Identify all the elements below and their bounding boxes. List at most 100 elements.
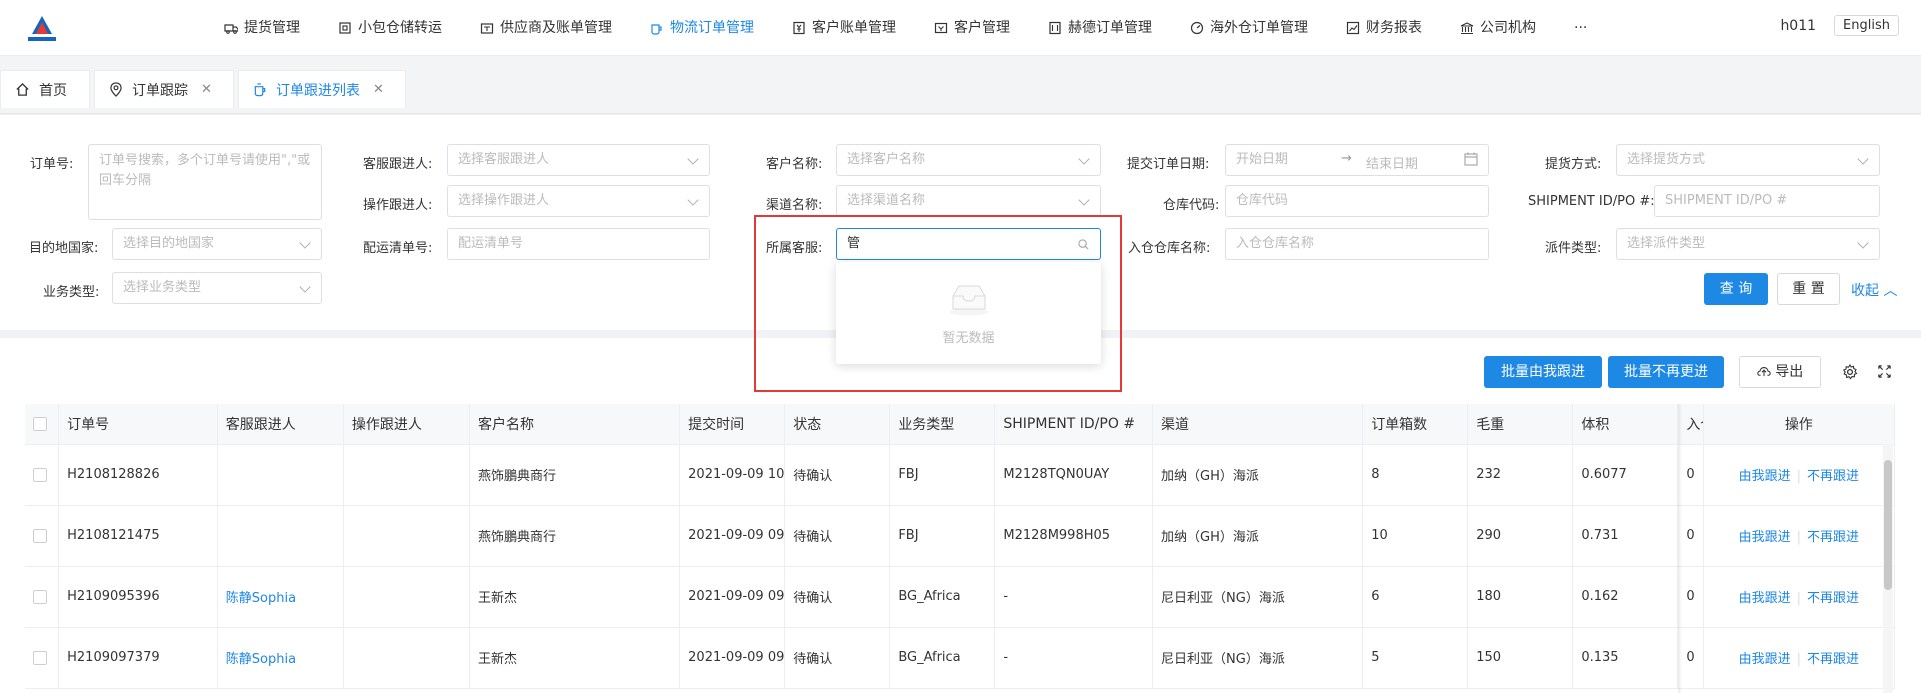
column-header[interactable]: 客户名称 [469,404,681,445]
nav-item-5[interactable]: 客户管理 [915,0,1029,56]
shipment-id-input[interactable]: SHIPMENT ID/PO # [1654,185,1880,217]
divider: | [1796,469,1802,484]
cell-boxes: 8 [1362,444,1469,506]
nav-item-8[interactable]: 财务报表 [1327,0,1441,56]
column-header[interactable]: 客服跟进人 [217,404,344,445]
follow-mine-link[interactable]: 由我跟进 [1739,652,1791,667]
start-date-input[interactable]: 开始日期 [1236,152,1288,167]
nav-item-1[interactable]: 小包仓储转运 [319,0,461,56]
row-select-cell [25,627,60,689]
cell-channel: 加纳（GH）海派 [1152,505,1364,567]
nav-item-7[interactable]: 海外仓订单管理 [1171,0,1327,56]
dispatch-no-input[interactable]: 配运清单号 [447,228,710,260]
scrollbar-thumb[interactable] [1884,460,1892,590]
tab-home[interactable]: 首页 [0,70,90,108]
submit-date-range[interactable]: 开始日期 [1225,144,1489,176]
cell-shipment: M2128TQN0UAY [994,444,1154,506]
tab-order-follow-list[interactable]: 订单跟进列表 ✕ [238,70,406,108]
op-follower-select[interactable]: 选择操作跟进人 [447,185,710,217]
reset-button[interactable]: 重 置 [1777,273,1840,305]
cell-cs [217,444,344,506]
cell-boxes: 10 [1362,505,1469,567]
follow-mine-link[interactable]: 由我跟进 [1739,469,1791,484]
column-header[interactable]: 提交时间 [679,404,786,445]
row-select-cell [25,444,60,506]
submit-date-label: 提交订单日期: [1127,157,1210,172]
follow-mine-link[interactable]: 由我跟进 [1739,591,1791,606]
batch-follow-mine-button[interactable]: 批量由我跟进 [1484,356,1602,388]
stop-follow-link[interactable]: 不再跟进 [1807,652,1859,667]
op-follower-label: 操作跟进人: [363,198,433,213]
fullscreen-icon[interactable] [1877,364,1892,379]
cell-status: 待确认 [784,566,891,628]
column-header[interactable]: 操作 [1703,404,1896,445]
column-header[interactable]: 订单号 [58,404,218,445]
row-checkbox[interactable] [33,467,47,482]
column-header[interactable]: 体积 [1572,404,1679,445]
stop-follow-link[interactable]: 不再跟进 [1807,469,1859,484]
dest-country-select[interactable]: 选择目的地国家 [112,228,322,260]
column-header[interactable]: 渠道 [1152,404,1364,445]
bill-icon [793,21,805,35]
row-checkbox[interactable] [33,528,47,543]
nav-item-10[interactable]: ··· [1555,0,1606,56]
inbound-wh-input[interactable]: 入仓仓库名称 [1225,228,1489,260]
calendar-icon[interactable] [1464,152,1478,166]
tab-order-tracking[interactable]: 订单跟踪 ✕ [94,70,234,108]
divider: | [1796,530,1802,545]
stop-follow-link[interactable]: 不再跟进 [1807,591,1859,606]
cell-status: 待确认 [784,627,891,689]
nav-item-6[interactable]: 赫德订单管理 [1029,0,1171,56]
nav-item-9[interactable]: 公司机构 [1441,0,1555,56]
table-row: H2108121475 燕饰鵬典商行2021-09-09 09:55:31待确认F… [25,505,1896,567]
dispatch-type-select[interactable]: 选择派件类型 [1616,228,1880,260]
nav-item-label: 提货管理 [244,19,300,36]
column-header[interactable]: SHIPMENT ID/PO # [994,404,1154,445]
gear-icon[interactable] [1842,364,1858,380]
location-icon [110,82,122,97]
row-select-cell [25,505,60,567]
row-checkbox[interactable] [33,589,47,604]
query-button[interactable]: 查 询 [1704,273,1768,305]
customer-name-label: 客户名称: [766,157,823,172]
user-name[interactable]: h011 [1780,18,1816,34]
stop-follow-link[interactable]: 不再跟进 [1807,530,1859,545]
follow-mine-link[interactable]: 由我跟进 [1739,530,1791,545]
export-button[interactable]: 导出 [1739,356,1821,388]
table-header-row: 订单号 客服跟进人 操作跟进人 客户名称 提交时间 状态 业务类型 SHIPMENT ID/P… [25,404,1896,445]
nav-item-2[interactable]: 供应商及账单管理 [461,0,631,56]
cell-op [343,444,470,506]
pickup-method-select[interactable]: 选择提货方式 [1616,144,1880,176]
column-header[interactable]: 操作跟进人 [343,404,470,445]
cell-cs[interactable]: 陈静Sophia [217,627,344,689]
customer-name-select[interactable]: 选择客户名称 [836,144,1101,176]
company-logo[interactable] [22,14,62,44]
nav-item-3[interactable]: 物流订单管理 [631,0,773,56]
order-no-input[interactable]: 订单号搜索，多个订单号请使用","或回车分隔 [88,144,322,220]
biz-type-label: 业务类型: [43,285,100,300]
nav-item-0[interactable]: 提货管理 [205,0,319,56]
column-header[interactable]: 业务类型 [889,404,996,445]
column-header[interactable]: 订单箱数 [1362,404,1469,445]
nav-item-4[interactable]: 客户账单管理 [773,0,915,56]
channel-select[interactable]: 选择渠道名称 [836,185,1101,217]
column-header[interactable]: 毛重 [1467,404,1574,445]
row-checkbox[interactable] [33,650,47,665]
end-date-input[interactable]: 结束日期 [1366,153,1418,172]
cell-customer: 王新杰 [469,627,681,689]
batch-stop-follow-button[interactable]: 批量不再更进 [1608,356,1724,388]
close-icon[interactable]: ✕ [373,82,384,97]
column-header[interactable]: 状态 [784,404,891,445]
package-icon [339,22,351,34]
cell-customer: 王新杰 [469,566,681,628]
cell-cs[interactable]: 陈静Sophia [217,566,344,628]
collapse-link[interactable]: 收起 ︿ [1851,280,1897,300]
select-all-checkbox[interactable] [33,416,47,431]
biz-type-select[interactable]: 选择业务类型 [112,272,322,304]
language-switch[interactable]: English [1834,15,1899,36]
close-icon[interactable]: ✕ [201,82,212,97]
chart-icon [1346,21,1360,35]
cs-follower-select[interactable]: 选择客服跟进人 [447,144,710,176]
warehouse-code-input[interactable]: 仓库代码 [1225,185,1489,217]
cell-biz: FBJ [889,444,996,506]
